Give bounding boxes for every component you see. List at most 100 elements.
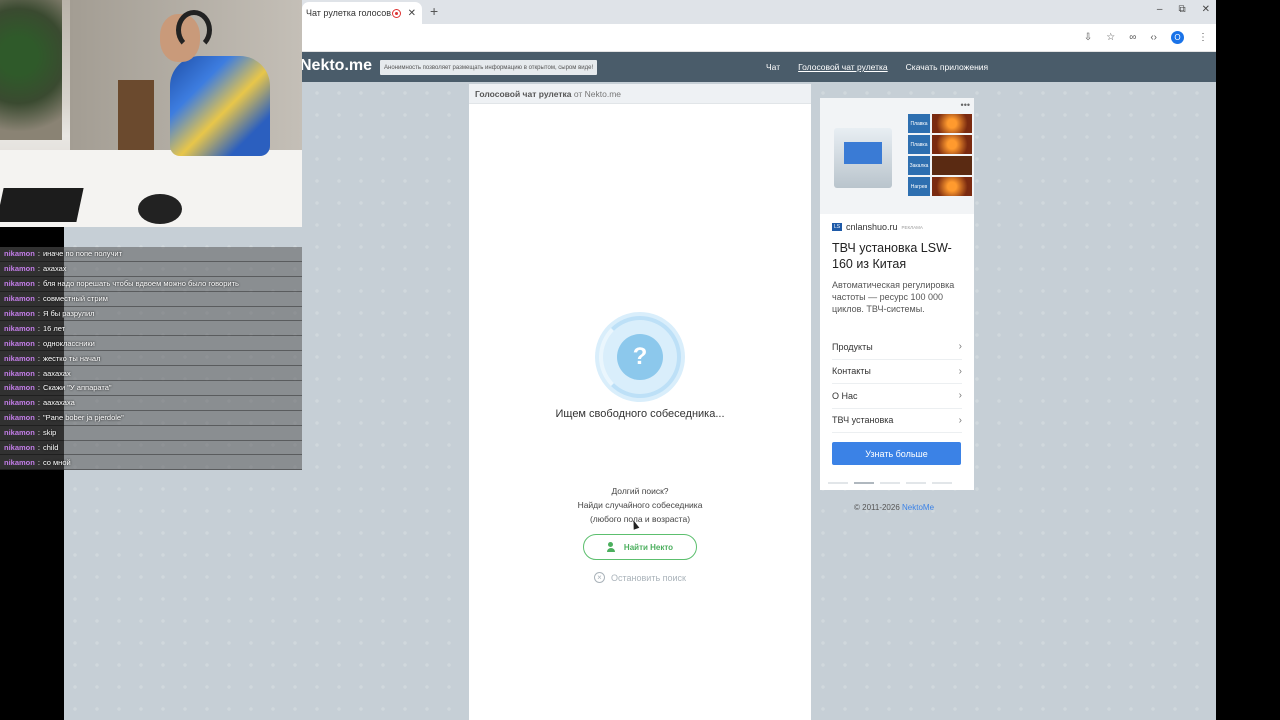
window-controls: – ⧉ ✕ — [1157, 4, 1210, 15]
stop-search-button[interactable]: × Остановить поиск — [469, 572, 811, 583]
chat-text: аахахах — [42, 368, 71, 378]
chat-message: nikamon: со мной — [0, 455, 302, 471]
bookmark-star-icon[interactable]: ☆ — [1106, 32, 1115, 43]
webcam-overlay — [0, 0, 302, 227]
chevron-right-icon: › — [958, 365, 962, 377]
long-search-title: Долгий поиск? — [611, 486, 669, 496]
chat-message: nikamon: "Pane bober ja pjerdole" — [0, 410, 302, 426]
question-icon: ? — [617, 334, 663, 380]
link-icon[interactable]: ∞ — [1129, 32, 1136, 43]
ad-title[interactable]: ТВЧ установка LSW-160 из Китая — [832, 240, 968, 272]
chat-username: nikamon — [4, 353, 35, 363]
chat-username: nikamon — [4, 323, 35, 333]
chat-text: Я бы разрулил — [42, 309, 95, 318]
chat-text: child — [42, 443, 59, 453]
recording-icon — [391, 8, 401, 18]
close-circle-icon: × — [594, 572, 606, 583]
new-tab-button[interactable]: + — [430, 3, 438, 19]
chat-username: nikamon — [4, 398, 35, 408]
find-nekto-button[interactable]: Найти Некто — [583, 534, 697, 560]
search-spinner: ? — [595, 312, 685, 402]
copyright-text: © 2011-2026 — [854, 503, 903, 512]
ad-more-icon[interactable]: ••• — [961, 100, 970, 110]
chat-text: со мной — [42, 457, 71, 467]
ad-domain-text: cnlanshuo.ru — [846, 222, 898, 232]
stop-search-label: Остановить поиск — [611, 572, 686, 583]
install-app-icon[interactable]: ⇩ — [1084, 32, 1092, 43]
chat-message: nikamon: бля надо порешать чтобы вдвоем м… — [0, 276, 302, 292]
chat-message: nikamon: жестко ты начал — [0, 351, 302, 367]
advertiser-logo: LS — [832, 223, 842, 231]
headphones-icon — [176, 10, 212, 50]
anonymity-notice: Анонимность позволяет размещать информац… — [380, 60, 598, 75]
chat-message: nikamon: ахахах — [0, 261, 302, 277]
minimize-icon[interactable]: – — [1157, 4, 1163, 15]
ad-learn-more-button[interactable]: Узнать больше — [832, 442, 961, 465]
code-icon[interactable]: ‹› — [1150, 32, 1157, 43]
induction-machine-image — [834, 128, 892, 188]
chat-username: nikamon — [4, 338, 35, 348]
ad-label: РЕКЛАМА — [901, 224, 923, 230]
chat-text: skip — [42, 428, 57, 438]
stream-chat-overlay: nikamon: иначе по попе получит nikamon: аха… — [0, 247, 302, 473]
ad-link[interactable]: Продукты › — [832, 335, 962, 360]
ad-link[interactable]: Контакты › — [832, 360, 962, 384]
chat-username: nikamon — [4, 413, 35, 423]
site-nav: Чат Голосовой чат рулетка Скачать прилож… — [766, 62, 988, 72]
chevron-right-icon: › — [958, 390, 962, 402]
nav-voice-roulette[interactable]: Голосовой чат рулетка — [798, 62, 888, 72]
nav-chat[interactable]: Чат — [766, 62, 780, 72]
ad-process-steps: Плавка Плавка Закалка Нагрев — [908, 114, 972, 196]
chat-message: nikamon: аахахаха — [0, 395, 302, 411]
tab-title: Чат рулетка голосов... — [306, 8, 392, 18]
ad-link[interactable]: ТВЧ установка › — [832, 409, 962, 433]
panel-header-source: от Nekto.me — [571, 89, 622, 99]
footer-brand-link[interactable]: NektoMe — [902, 503, 934, 512]
ad-image[interactable]: Плавка Плавка Закалка Нагрев ••• — [820, 98, 974, 214]
voice-chat-panel: Голосовой чат рулетка от Nekto.me ? Ищем… — [469, 84, 811, 720]
ad-link[interactable]: О Нас › — [832, 384, 962, 409]
profile-avatar[interactable]: O — [1171, 31, 1184, 44]
chat-message: nikamon: аахахах — [0, 366, 302, 382]
chat-username: nikamon — [4, 294, 35, 304]
chat-username: nikamon — [4, 264, 35, 274]
chat-text: одноклассники — [42, 338, 95, 348]
ad-step: Плавка — [908, 114, 972, 133]
close-window-icon[interactable]: ✕ — [1202, 4, 1210, 15]
chevron-right-icon: › — [958, 414, 962, 426]
searching-status: Ищем свободного собеседника... — [555, 408, 725, 420]
ad-domain[interactable]: LS cnlanshuo.ru РЕКЛАМА — [832, 222, 923, 232]
copyright: © 2011-2026 NektoMe — [854, 503, 934, 512]
chevron-right-icon: › — [958, 341, 962, 353]
chat-message: nikamon: иначе по попе получит — [0, 247, 302, 262]
chat-username: nikamon — [4, 309, 35, 318]
nav-download[interactable]: Скачать приложения — [906, 62, 988, 72]
tab-close-icon[interactable]: ✕ — [408, 8, 416, 19]
tab-active[interactable]: Чат рулетка голосов... ✕ — [302, 2, 422, 24]
find-nekto-label: Найти Некто — [623, 542, 674, 552]
ad-step: Нагрев — [908, 177, 972, 196]
chat-message: nikamon: child — [0, 440, 302, 456]
ad-step: Закалка — [908, 156, 972, 175]
ad-description: Автоматическая регулировка частоты — рес… — [832, 280, 955, 314]
chat-message: nikamon: одноклассники — [0, 336, 302, 352]
chat-message: nikamon: Я бы разрулил — [0, 306, 302, 322]
chat-message: nikamon: совместный стрим — [0, 291, 302, 307]
menu-icon[interactable]: ⋮ — [1198, 32, 1208, 43]
restore-icon[interactable]: ⧉ — [1178, 4, 1185, 15]
chat-username: nikamon — [4, 249, 35, 259]
ad-card[interactable]: Плавка Плавка Закалка Нагрев ••• LS cnla… — [820, 98, 974, 490]
chat-username: nikamon — [4, 279, 35, 289]
chat-username: nikamon — [4, 368, 35, 378]
panel-header: Голосовой чат рулетка от Nekto.me — [469, 84, 811, 104]
chat-message: nikamon:16 лет — [0, 321, 302, 337]
site-logo[interactable]: Nekto.me — [300, 57, 372, 75]
chat-text: аахахаха — [42, 398, 75, 408]
chat-text: 16 лет — [42, 323, 66, 333]
ad-links: Продукты › Контакты › О Нас › ТВЧ установка… — [832, 335, 962, 433]
chat-message: nikamon: Скажи "У аппарата" — [0, 381, 302, 396]
screen: Чат рулетка голосов... ✕ + – ⧉ ✕ ⇩ ☆ ∞ ‹… — [0, 0, 1280, 720]
streamer-image — [160, 10, 270, 160]
chat-text: иначе по попе получит — [42, 249, 123, 259]
long-search-line: (любого пола и возраста) — [589, 514, 691, 524]
